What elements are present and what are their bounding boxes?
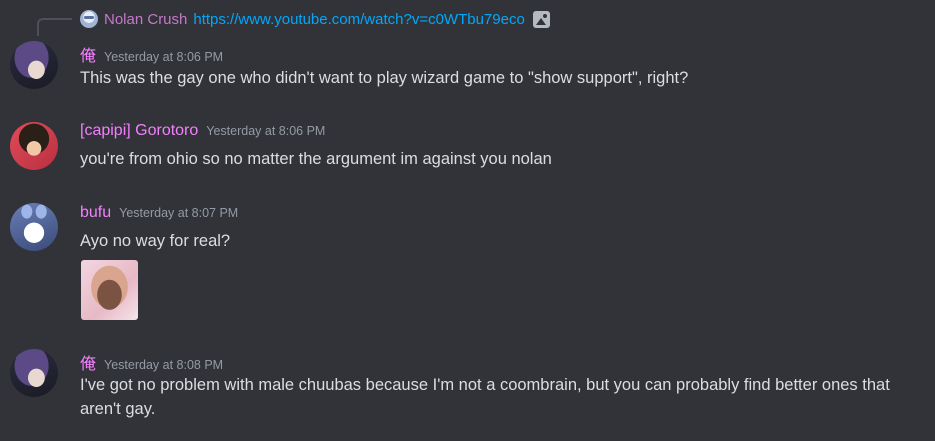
message-content: you're from ohio so no matter the argume… (80, 150, 552, 168)
timestamp[interactable]: Yesterday at 8:06 PM (104, 50, 223, 64)
reply-author[interactable]: Nolan Crush (104, 11, 187, 28)
reply-link[interactable]: https://www.youtube.com/watch?v=c0WTbu79… (193, 11, 524, 28)
message-header: bufu Yesterday at 8:07 PM (80, 204, 238, 222)
reply-avatar-icon[interactable] (80, 10, 98, 28)
avatar[interactable] (10, 349, 58, 397)
username[interactable]: 俺 (80, 350, 96, 374)
message-content: I've got no problem with male chuubas be… (80, 376, 890, 418)
image-attachment[interactable] (81, 260, 138, 320)
timestamp[interactable]: Yesterday at 8:06 PM (206, 124, 325, 138)
message-content: This was the gay one who didn't want to … (80, 69, 689, 87)
chat-messages: Nolan Crush https://www.youtube.com/watc… (0, 0, 935, 441)
reply-spine (37, 18, 72, 36)
username[interactable]: [capipi] Gorotoro (80, 122, 198, 140)
message-header: 俺 Yesterday at 8:06 PM (80, 42, 223, 66)
avatar[interactable] (10, 122, 58, 170)
username[interactable]: 俺 (80, 42, 96, 66)
timestamp[interactable]: Yesterday at 8:07 PM (119, 206, 238, 220)
message-header: 俺 Yesterday at 8:08 PM (80, 350, 223, 374)
timestamp[interactable]: Yesterday at 8:08 PM (104, 358, 223, 372)
username[interactable]: bufu (80, 204, 111, 222)
avatar[interactable] (10, 203, 58, 251)
message-header: [capipi] Gorotoro Yesterday at 8:06 PM (80, 122, 325, 140)
avatar[interactable] (10, 41, 58, 89)
image-icon (532, 10, 550, 28)
message-content: Ayo no way for real? (80, 232, 231, 250)
reply-reference[interactable]: Nolan Crush https://www.youtube.com/watc… (80, 8, 550, 30)
